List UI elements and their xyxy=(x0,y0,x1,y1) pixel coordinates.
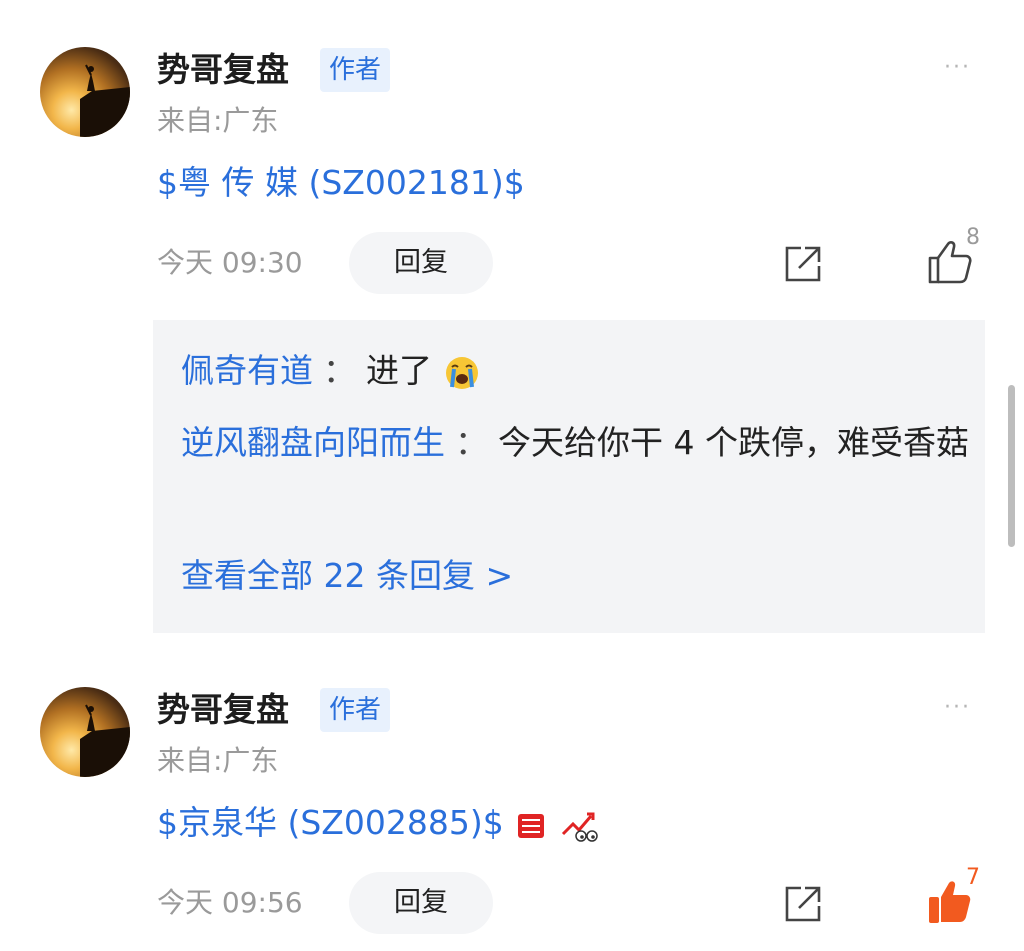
timestamp: 今天 09:30 xyxy=(157,246,303,279)
reply-user[interactable]: 佩奇有道 xyxy=(181,351,313,390)
more-options-icon[interactable]: ··· xyxy=(944,57,971,79)
avatar-image xyxy=(80,64,130,137)
stock-link-text[interactable]: $京泉华 (SZ002885)$ xyxy=(157,803,504,842)
crying-face-icon xyxy=(445,356,478,389)
avatar[interactable] xyxy=(40,47,130,137)
scrollbar[interactable] xyxy=(1008,385,1015,547)
author-badge: 作者 xyxy=(320,688,391,732)
reply-text: 今天给你干 4 个跌停，难受香菇 xyxy=(498,423,969,462)
location-label: 来自:广东 xyxy=(157,104,279,137)
like-count: 8 xyxy=(966,225,980,250)
reply-user[interactable]: 逆风翻盘向阳而生 xyxy=(181,423,445,462)
author-name[interactable]: 势哥复盘 xyxy=(157,690,289,730)
reply-item[interactable]: 佩奇有道 ： 进了 xyxy=(181,338,971,404)
share-icon[interactable] xyxy=(781,882,825,926)
stock-link[interactable]: $京泉华 (SZ002885)$ xyxy=(157,802,599,844)
author-name[interactable]: 势哥复盘 xyxy=(157,50,289,90)
like-count: 7 xyxy=(966,865,980,890)
more-options-icon[interactable]: ··· xyxy=(944,697,971,719)
view-all-replies-link[interactable]: 查看全部 22 条回复 > xyxy=(181,554,513,598)
reply-button[interactable]: 回复 xyxy=(349,872,493,934)
author-badge: 作者 xyxy=(320,48,391,92)
reply-text: 进了 xyxy=(366,351,432,390)
reply-colon: ： xyxy=(455,423,488,462)
reply-colon: ： xyxy=(323,351,356,390)
red-bull-icon xyxy=(518,813,545,838)
reply-button[interactable]: 回复 xyxy=(349,232,493,294)
location-label: 来自:广东 xyxy=(157,744,279,777)
timestamp: 今天 09:56 xyxy=(157,886,303,919)
chart-up-eyes-icon xyxy=(561,812,598,842)
avatar[interactable] xyxy=(40,687,130,777)
stock-link[interactable]: $粤 传 媒 (SZ002181)$ xyxy=(157,162,525,204)
avatar-image xyxy=(80,704,130,777)
reply-item[interactable]: 逆风翻盘向阳而生 ： 今天给你干 4 个跌停，难受香菇 xyxy=(181,410,971,476)
replies-box: 佩奇有道 ： 进了 逆风翻盘向阳而生 ： 今天给你干 4 个跌停，难受香菇 查看全部 2… xyxy=(153,320,985,633)
share-icon[interactable] xyxy=(781,242,825,286)
